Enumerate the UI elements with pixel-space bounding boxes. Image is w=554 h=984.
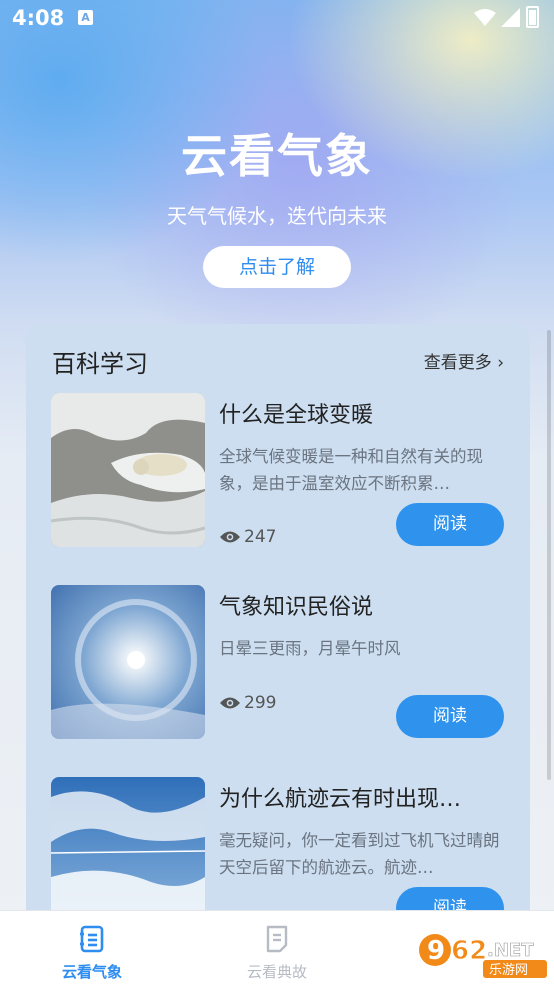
article-description: 日晕三更雨，月晕午时风	[219, 639, 401, 658]
view-count: 299	[219, 693, 276, 713]
status-time: 4:08	[12, 6, 65, 30]
article-title: 气象知识民俗说	[219, 595, 374, 620]
eye-icon	[220, 531, 240, 543]
read-button[interactable]: 阅读	[396, 695, 504, 738]
view-count: 247	[219, 527, 276, 547]
svg-text:62: 62	[451, 936, 487, 966]
view-more-link[interactable]: 查看更多 ›	[424, 348, 504, 373]
svg-text:9: 9	[427, 936, 445, 966]
polar-bear-ice-image	[51, 393, 205, 547]
document-icon	[266, 925, 288, 953]
view-count-value: 299	[244, 693, 277, 713]
section-title: 百科学习	[52, 350, 148, 378]
svg-text:.NET: .NET	[487, 940, 534, 961]
tab-label: 云看气象	[61, 963, 122, 981]
signal-icon	[501, 8, 520, 27]
article-title: 为什么航迹云有时出现…	[219, 787, 462, 812]
tab-cloud-stories[interactable]: 云看典故	[217, 911, 337, 984]
article-description: 全球气候变暖是一种和自然有关的现象，是由于温室效应不断积累…	[219, 447, 483, 493]
scrollbar[interactable]	[547, 330, 551, 780]
page-title: 云看气象	[181, 129, 373, 183]
list-item[interactable]: 为什么航迹云有时出现… 毫无疑问，你一定看到过飞机飞过晴朗天空后留下的航迹云。航…	[51, 777, 511, 924]
encyclopedia-card: 百科学习 查看更多 › 什么是全球变暖 全球气候变暖是一种和自然有关的现象，是由…	[26, 324, 530, 924]
tab-cloud-weather[interactable]: 云看气象	[32, 911, 152, 984]
book-list-icon	[80, 925, 104, 953]
watermark-logo: 9 62 .NET 乐游网	[419, 934, 547, 978]
wifi-icon	[474, 9, 496, 26]
eye-icon	[220, 697, 240, 709]
article-description: 毫无疑问，你一定看到过飞机飞过晴朗天空后留下的航迹云。航迹…	[219, 831, 500, 877]
read-button[interactable]: 阅读	[396, 503, 504, 546]
learn-more-button[interactable]: 点击了解	[203, 246, 351, 288]
svg-text:乐游网: 乐游网	[489, 963, 528, 978]
contrail-sky-image	[51, 777, 205, 924]
notification-a-icon: A	[78, 10, 93, 25]
status-bar: 4:08 A	[0, 0, 554, 38]
tab-label: 云看典故	[246, 963, 307, 981]
list-item[interactable]: 什么是全球变暖 全球气候变暖是一种和自然有关的现象，是由于温室效应不断积累… 2…	[51, 393, 511, 549]
article-title: 什么是全球变暖	[219, 403, 374, 428]
sun-halo-image	[51, 585, 205, 739]
battery-icon	[526, 6, 539, 28]
page-subtitle: 天气气候水，迭代向未来	[167, 204, 387, 228]
view-count-value: 247	[244, 527, 277, 547]
list-item[interactable]: 气象知识民俗说 日晕三更雨，月晕午时风 299 阅读	[51, 585, 511, 741]
